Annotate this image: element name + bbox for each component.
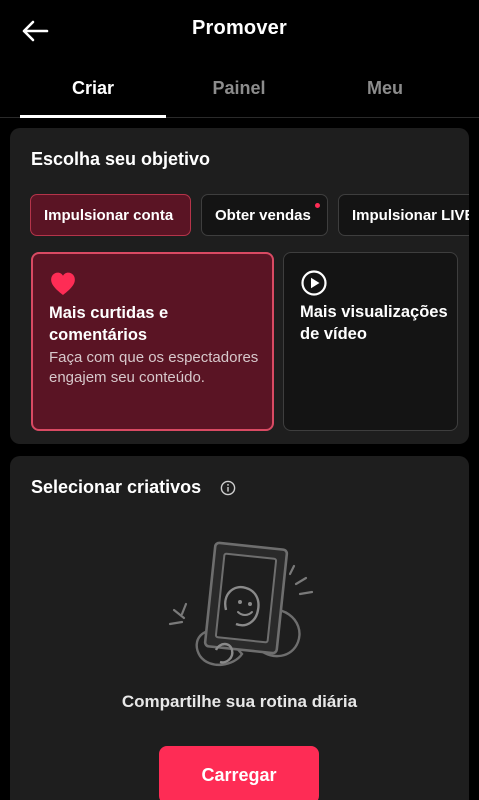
tab-meu[interactable]: Meu xyxy=(312,78,458,99)
chip-label: Impulsionar LIVE xyxy=(352,206,469,224)
heart-icon xyxy=(51,272,75,295)
creatives-heading: Selecionar criativos xyxy=(31,477,202,497)
objective-heading: Escolha seu objetivo xyxy=(31,149,211,169)
objective-card: Escolha seu objetivo Impulsionar conta O… xyxy=(10,128,469,444)
active-tab-indicator xyxy=(20,115,166,118)
objective-option-likes-comments[interactable]: Mais curtidas e comentários Faça com que… xyxy=(31,252,274,431)
header: Promover xyxy=(0,0,479,62)
notification-dot xyxy=(315,203,320,208)
empty-state-text: Compartilhe sua rotina diária xyxy=(121,692,358,711)
objective-option-video-views[interactable]: Mais visualizações de vídeo xyxy=(283,252,458,431)
upload-button[interactable]: Carregar xyxy=(159,746,319,800)
chip-obter-vendas[interactable]: Obter vendas xyxy=(201,194,328,236)
page-title: Promover xyxy=(192,17,287,39)
tab-painel[interactable]: Painel xyxy=(166,78,312,99)
chip-impulsionar-conta[interactable]: Impulsionar conta xyxy=(30,194,191,236)
option-title: Mais visualizações de vídeo xyxy=(300,303,448,343)
promote-screen: Promover Criar Painel Meu Escolha seu ob… xyxy=(0,0,479,800)
chip-label: Obter vendas xyxy=(215,206,311,224)
option-description: Faça com que os espectadores engajem seu… xyxy=(49,349,259,386)
play-circle-icon xyxy=(301,270,327,296)
creatives-card: Selecionar criativos Compartilhe sua rot… xyxy=(10,456,469,800)
chip-label: Impulsionar conta xyxy=(44,206,174,224)
info-icon[interactable] xyxy=(220,480,236,496)
tab-criar[interactable]: Criar xyxy=(20,78,166,99)
share-routine-illustration xyxy=(168,541,314,666)
tab-bar: Criar Painel Meu xyxy=(0,62,479,118)
chip-impulsionar-live[interactable]: Impulsionar LIVE xyxy=(338,194,469,236)
option-title: Mais curtidas e comentários xyxy=(49,304,169,344)
